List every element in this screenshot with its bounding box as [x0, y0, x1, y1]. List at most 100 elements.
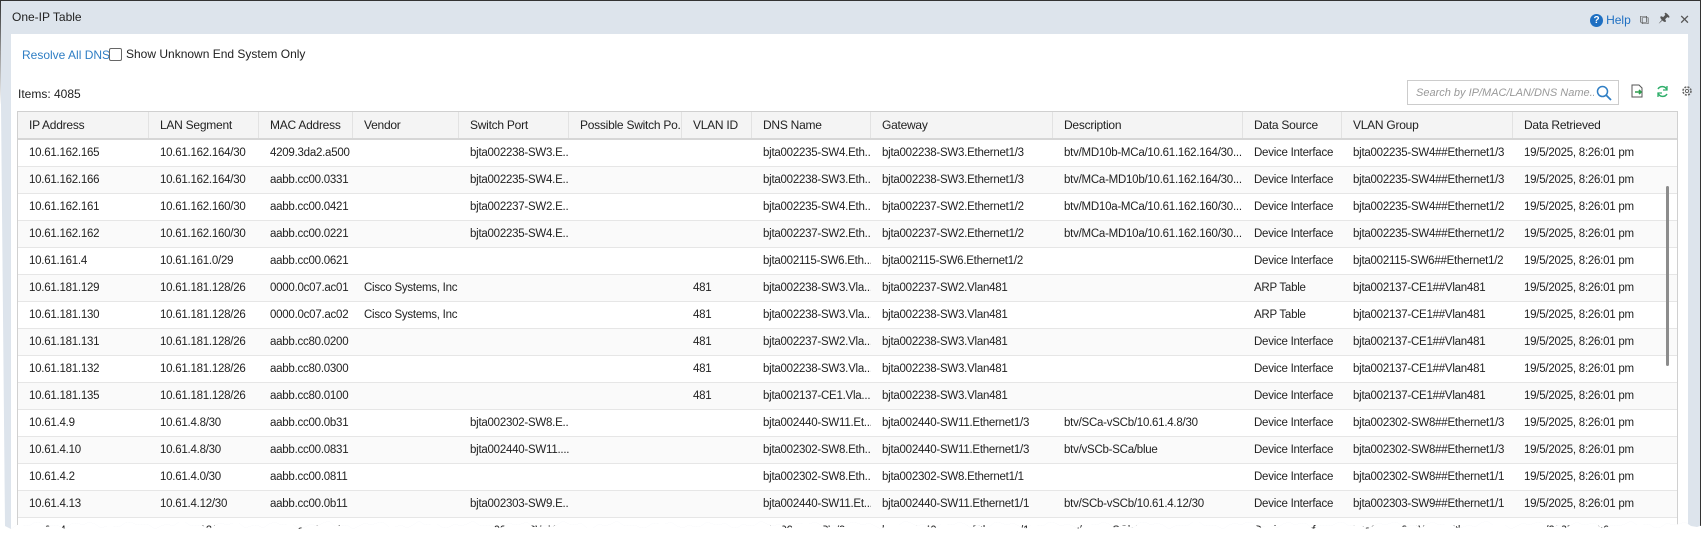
table-cell: bjta002302-SW8.Eth... [763, 471, 871, 483]
table-cell: bjta002237-SW2.Eth... [763, 228, 871, 240]
table-cell: bjta002238-SW3.Ethernet1/3 [882, 174, 1024, 186]
table-cell: btv/SCa-vSCb/10.61.4.8/30 [1064, 417, 1198, 429]
table-row[interactable]: 10.61.4.10 10.61.4.8/30 aabb.cc00.0831 bjta… [18, 437, 1677, 464]
restore-icon[interactable]: ⧉ [1640, 12, 1649, 28]
search-box[interactable] [1407, 80, 1619, 105]
table-cell: 481 [693, 363, 712, 375]
table-cell: 10.61.4.10 [29, 444, 81, 456]
table-cell: bjta002303-SW9##Ethernet1/1 [1353, 498, 1505, 510]
table-row[interactable]: 10.61.181.130 10.61.181.128/26 0000.0c07.a… [18, 302, 1677, 329]
table-cell: 19/5/2025, 8:26:01 pm [1524, 390, 1634, 402]
table-header: IP Address LAN Segment MAC Address Vendor Sw… [18, 112, 1677, 140]
table-cell: 10.61.4.12/30 [160, 498, 228, 510]
table-cell: bjta002137-CE1##Vlan481 [1353, 282, 1486, 294]
settings-gear-icon[interactable] [1681, 85, 1693, 97]
close-icon[interactable]: ✕ [1679, 12, 1690, 28]
table-cell: bjta002440-SW11.Ethernet1/3 [882, 444, 1030, 456]
table-cell: Device Interface [1254, 255, 1334, 267]
table-cell: aabb.cc00.0421 [270, 201, 349, 213]
table-cell: 4209.3da2.a500 [270, 147, 350, 159]
search-icon[interactable] [1596, 85, 1612, 101]
column-header[interactable]: Gateway [871, 112, 1053, 138]
table-cell: 19/5/2025, 8:26:01 pm [1524, 525, 1634, 537]
column-header[interactable]: IP Address [18, 112, 149, 138]
table-cell: 19/5/2025, 8:26:01 pm [1524, 282, 1634, 294]
table-cell: bjta002303-SW9.Eth... [763, 525, 871, 537]
table-row[interactable]: 10.61.162.162 10.61.162.160/30 aabb.cc00.0… [18, 221, 1677, 248]
table-cell: btv/MCa-MD10b/10.61.162.164/30... [1064, 174, 1242, 186]
table-cell: 10.61.4.13 [29, 498, 81, 510]
column-header[interactable]: VLAN ID [682, 112, 752, 138]
table-cell: 19/5/2025, 8:26:01 pm [1524, 471, 1634, 483]
table-cell: bjta002238-SW3.Vlan481 [882, 363, 1008, 375]
items-count: Items: 4085 [18, 87, 81, 101]
table-cell: Cisco Systems, Inc [364, 309, 458, 321]
table-cell: 10.61.181.132 [29, 363, 100, 375]
table-row[interactable]: 10.61.161.4 10.61.161.0/29 aabb.cc00.0621 b… [18, 248, 1677, 275]
table-cell: bjta002440-SW11.Ethernet1/1 [882, 498, 1030, 510]
help-label: Help [1606, 13, 1631, 27]
table-row[interactable]: 10.61.162.166 10.61.162.164/30 aabb.cc00.0… [18, 167, 1677, 194]
table-cell: bjta002302-SW8##Ethernet1/1 [1353, 471, 1505, 483]
table-cell: 10.61.4.12/30 [160, 525, 228, 537]
table-cell: Device Interface [1254, 228, 1334, 240]
table-cell: bjta002235-SW4##Ethernet1/3 [1353, 147, 1505, 159]
column-header[interactable]: Vendor [353, 112, 459, 138]
table-cell: 10.61.181.128/26 [160, 390, 246, 402]
content-panel: Resolve All DNS Show Unknown End System … [11, 34, 1692, 529]
table-cell: aabb.cc80.0300 [270, 363, 349, 375]
table-row[interactable]: 10.61.4.2 10.61.4.0/30 aabb.cc00.0811 bjta0… [18, 464, 1677, 491]
refresh-icon[interactable] [1656, 85, 1669, 98]
table-cell: bjta002137-CE1##Vlan481 [1353, 309, 1486, 321]
search-input[interactable] [1414, 85, 1596, 100]
column-header[interactable]: Data Source [1243, 112, 1342, 138]
column-header[interactable]: VLAN Group [1342, 112, 1513, 138]
table-cell: bjta002302-SW8##Ethernet1/3 [1353, 417, 1505, 429]
table-cell: 19/5/2025, 8:26:01 pm [1524, 336, 1634, 348]
pin-icon[interactable]: 🖈 [1658, 9, 1670, 31]
table-cell: 10.61.4.0/30 [160, 471, 221, 483]
table-row[interactable]: 10.61.181.129 10.61.181.128/26 0000.0c07.a… [18, 275, 1677, 302]
table-cell: bjta002238-SW3.Vla... [763, 282, 871, 294]
table-cell: aabb.cc80.0200 [270, 336, 349, 348]
column-header[interactable]: Possible Switch Po... [569, 112, 682, 138]
table-cell: bjta002235-SW4##Ethernet1/3 [1353, 174, 1505, 186]
table-cell: 10.61.181.128/26 [160, 363, 246, 375]
table-cell: bjta002237-SW2.Ethernet1/2 [882, 201, 1024, 213]
vertical-scrollbar[interactable] [1666, 186, 1669, 366]
column-header[interactable]: LAN Segment [149, 112, 259, 138]
table-cell: bjta002235-SW4##Ethernet1/2 [1353, 228, 1505, 240]
help-button[interactable]: ? Help [1590, 13, 1631, 27]
column-header[interactable]: Data Retrieved [1513, 112, 1677, 138]
table-cell: Device Interface [1254, 525, 1334, 537]
table-cell: 10.61.181.128/26 [160, 282, 246, 294]
title-bar: One-IP Table ? Help ⧉ 🖈 ✕ [1, 1, 1700, 34]
table-row[interactable]: 10.61.162.165 10.61.162.164/30 4209.3da2.a… [18, 140, 1677, 167]
column-header[interactable]: DNS Name [752, 112, 871, 138]
table-cell: btv/vSCb-SCa/blue [1064, 444, 1158, 456]
show-unknown-checkbox[interactable]: Show Unknown End System Only [109, 47, 305, 61]
table-row[interactable]: 10.61.4.14 10.61.4.12/30 aabb.cc00.0911 bjt… [18, 518, 1677, 537]
table-row[interactable]: 10.61.181.132 10.61.181.128/26 aabb.cc80.0… [18, 356, 1677, 383]
table-row[interactable]: 10.61.4.13 10.61.4.12/30 aabb.cc00.0b11 bjt… [18, 491, 1677, 518]
checkbox-box[interactable] [109, 47, 122, 61]
table-cell: 10.61.161.4 [29, 255, 88, 267]
table-row[interactable]: 10.61.162.161 10.61.162.160/30 aabb.cc00.0… [18, 194, 1677, 221]
resolve-all-dns-link[interactable]: Resolve All DNS [22, 48, 110, 62]
column-header[interactable]: Switch Port [459, 112, 569, 138]
table-cell: bjta002302-SW8.E... [470, 417, 569, 429]
table-cell: bjta002235-SW4.E... [470, 174, 569, 186]
table-cell: 10.61.4.14 [29, 525, 81, 537]
one-ip-table: IP Address LAN Segment MAC Address Vendor Sw… [17, 111, 1678, 537]
table-cell: 10.61.181.128/26 [160, 309, 246, 321]
table-cell: 10.61.162.164/30 [160, 174, 246, 186]
table-row[interactable]: 10.61.4.9 10.61.4.8/30 aabb.cc00.0b31 bjta0… [18, 410, 1677, 437]
table-cell: Device Interface [1254, 417, 1334, 429]
table-row[interactable]: 10.61.181.135 10.61.181.128/26 aabb.cc80.0… [18, 383, 1677, 410]
table-row[interactable]: 10.61.181.131 10.61.181.128/26 aabb.cc80.0… [18, 329, 1677, 356]
column-header[interactable]: Description [1053, 112, 1243, 138]
column-header[interactable]: MAC Address [259, 112, 353, 138]
table-cell: bjta002237-SW2.Vlan481 [882, 282, 1008, 294]
export-icon[interactable] [1631, 84, 1644, 98]
table-cell: 19/5/2025, 8:26:01 pm [1524, 498, 1634, 510]
